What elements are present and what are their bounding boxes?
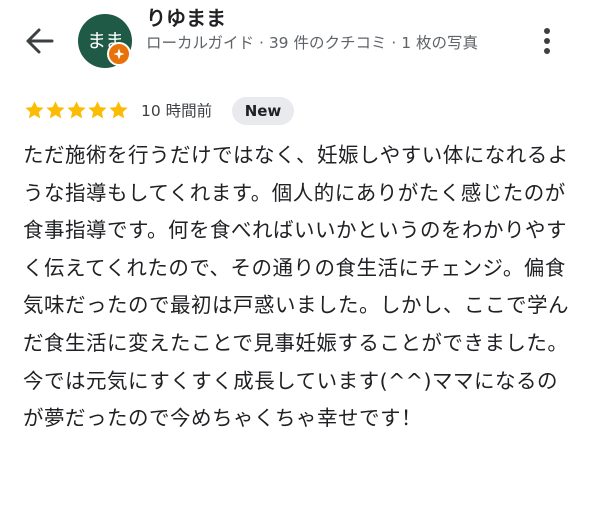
more-options-button[interactable] — [536, 25, 558, 57]
review-text: ただ施術を行うだけではなく、妊娠しやすい体になれるような指導もしてくれます。個人… — [23, 143, 569, 431]
local-guide-badge — [107, 42, 131, 66]
reviewer-name[interactable]: りゆまま — [146, 5, 226, 31]
new-badge: New — [232, 97, 294, 125]
reviewer-meta: ローカルガイド · 39 件のクチコミ · 1 枚の写真 — [146, 34, 479, 52]
star-icon — [88, 101, 107, 119]
arrow-back-icon — [26, 28, 54, 54]
rating-row: 10 時間前 New — [24, 97, 584, 127]
review-header: まま りゆまま ローカルガイド · 39 件のクチコミ · 1 枚の写真 — [0, 0, 591, 90]
star-icon — [46, 101, 65, 119]
review-time: 10 時間前 — [141, 102, 213, 120]
local-guide-icon — [113, 48, 125, 60]
star-icon — [67, 101, 86, 119]
more-vert-icon — [544, 28, 550, 54]
star-icon — [25, 101, 44, 119]
star-icon — [109, 101, 128, 119]
back-button[interactable] — [22, 26, 56, 56]
star-rating — [24, 100, 134, 122]
